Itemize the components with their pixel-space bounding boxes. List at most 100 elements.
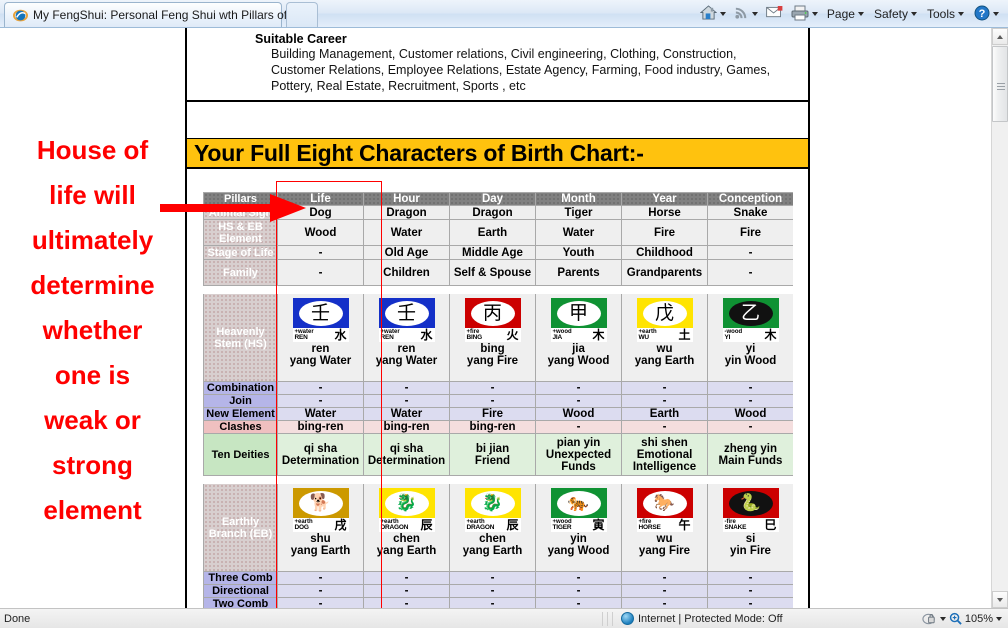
row-label-three-comb: Three Comb <box>203 572 277 585</box>
chart-cell: - <box>707 598 793 608</box>
row-label-directional: Directional <box>203 585 277 598</box>
ten-deity-line: Determination <box>281 454 360 467</box>
page-right-margin <box>810 28 985 608</box>
earthly-branch-cell: 🐍 -fire SNAKE 巳 si yin Fire <box>707 484 793 572</box>
earthly-branch-cell: 🐉 +earth DRAGON 辰 chen yang Earth <box>449 484 535 572</box>
earthly-branch-cell: 🐉 +earth DRAGON 辰 chen yang Earth <box>363 484 449 572</box>
annotation-line: House of <box>36 135 149 165</box>
chart-cell: - <box>535 382 621 395</box>
hs-pinyin-tag: REN <box>294 334 308 341</box>
security-zone-label: Internet | Protected Mode: Off <box>638 612 783 625</box>
annotation-line: weak or <box>44 405 141 435</box>
tools-menu-caret[interactable] <box>958 12 964 16</box>
ten-deity-cell: qi sha Determination <box>277 434 363 476</box>
chart-cell: - <box>363 382 449 395</box>
annotation-line: strong <box>52 450 133 480</box>
chart-cell: - <box>621 598 707 608</box>
zoom-dropdown-caret[interactable] <box>996 616 1002 621</box>
chart-cell: Old Age <box>363 246 449 260</box>
hs-character: 丙 <box>470 300 515 326</box>
chart-cell: - <box>277 598 363 608</box>
safety-menu[interactable]: Safety <box>869 3 922 25</box>
tools-menu[interactable]: Tools <box>922 3 969 25</box>
ten-deity-line: Determination <box>367 454 446 467</box>
chart-cell: - <box>449 382 535 395</box>
scroll-down-button[interactable] <box>992 591 1008 608</box>
chart-cell: Horse <box>621 206 707 220</box>
hs-element-character: 水 <box>334 328 347 342</box>
vertical-scrollbar[interactable] <box>991 28 1008 608</box>
eb-animal-tag: HORSE <box>638 524 661 531</box>
tools-menu-label: Tools <box>926 7 955 21</box>
print-button[interactable] <box>787 3 822 25</box>
earthly-branch-cell: 🐎 +fire HORSE 午 wu yang Fire <box>621 484 707 572</box>
eb-stamp: 🐕 +earth DOG 戌 <box>292 488 349 532</box>
tab-active[interactable]: My FengShui: Personal Feng Shui wth Pill… <box>4 2 309 27</box>
privacy-report-icon[interactable] <box>922 612 937 626</box>
annotation-line: one is <box>54 360 131 390</box>
hs-element-character: 水 <box>420 328 433 342</box>
suitable-career-title: Suitable Career <box>255 32 347 46</box>
home-dropdown-caret[interactable] <box>719 12 726 16</box>
zoom-magnifier-icon[interactable] <box>949 612 962 625</box>
help-menu[interactable]: ? <box>969 3 1004 25</box>
chart-cell: Youth <box>535 246 621 260</box>
help-menu-caret[interactable] <box>993 12 999 16</box>
eb-animal-tag: DOG <box>294 524 309 531</box>
dog-icon: 🐕 <box>298 490 343 516</box>
scroll-down-arrow-icon <box>997 597 1003 602</box>
chart-cell: bing-ren <box>363 421 449 434</box>
safety-menu-caret[interactable] <box>910 12 917 16</box>
scroll-up-arrow-icon <box>997 34 1003 39</box>
internet-globe-icon <box>621 612 634 625</box>
annotation-line: life will <box>49 180 136 210</box>
home-button[interactable] <box>696 3 730 25</box>
chart-cell: Tiger <box>535 206 621 220</box>
command-toolbar: Page Safety Tools ? <box>696 0 1004 28</box>
chart-cell: - <box>363 572 449 585</box>
pillar-column-header: Day <box>449 192 535 206</box>
page-menu-caret[interactable] <box>857 12 864 16</box>
section-spacer <box>203 476 793 484</box>
pillar-column-header: Conception <box>707 192 793 206</box>
hs-pinyin-tag: WU <box>638 334 650 341</box>
tab-title: My FengShui: Personal Feng Shui wth Pill… <box>33 8 310 22</box>
page-menu[interactable]: Page <box>822 3 869 25</box>
row-label-stage-of-life: Stage of Life <box>203 246 277 260</box>
hs-element-character: 火 <box>506 328 519 342</box>
eb-animal-tag: TIGER <box>552 524 572 531</box>
feeds-dropdown-caret[interactable] <box>751 12 758 16</box>
scrollbar-thumb[interactable] <box>992 46 1008 122</box>
chart-cell: Parents <box>535 260 621 286</box>
section-spacer <box>203 286 793 294</box>
chart-cell: - <box>363 395 449 408</box>
chart-cell: - <box>621 585 707 598</box>
chart-cell: Fire <box>449 408 535 421</box>
scroll-up-button[interactable] <box>992 28 1008 45</box>
feeds-button[interactable] <box>730 3 762 25</box>
document-body: Suitable Career Building Management, Cus… <box>185 28 810 608</box>
chart-cell: - <box>449 585 535 598</box>
ten-deity-cell: shi shen Emotional Intelligence <box>621 434 707 476</box>
career-line: Building Management, Customer relations,… <box>271 47 737 61</box>
security-zone[interactable]: Internet | Protected Mode: Off <box>615 612 783 625</box>
privacy-dropdown-caret[interactable] <box>939 616 946 621</box>
heavenly-stem-label: Heavenly Stem (HS) <box>203 294 277 382</box>
ten-deity-line: shi shen <box>641 436 688 449</box>
chart-cell: bing-ren <box>277 421 363 434</box>
hs-polarity: yang Fire <box>466 355 519 367</box>
ten-deity-cell: qi sha Determination <box>363 434 449 476</box>
chart-cell: Dragon <box>363 206 449 220</box>
new-tab-button[interactable] <box>286 2 318 27</box>
chart-cell: Children <box>363 260 449 286</box>
chart-cell: - <box>449 572 535 585</box>
row-label-join: Join <box>203 395 277 408</box>
eb-animal-tag: DRAGON <box>466 524 495 531</box>
mail-button[interactable] <box>762 3 787 25</box>
annotation-line: element <box>43 495 142 525</box>
eb-character: 寅 <box>592 518 605 532</box>
eb-pinyin: wu <box>656 533 673 545</box>
print-dropdown-caret[interactable] <box>811 12 818 16</box>
chart-cell: - <box>535 395 621 408</box>
chart-cell: Wood <box>535 408 621 421</box>
